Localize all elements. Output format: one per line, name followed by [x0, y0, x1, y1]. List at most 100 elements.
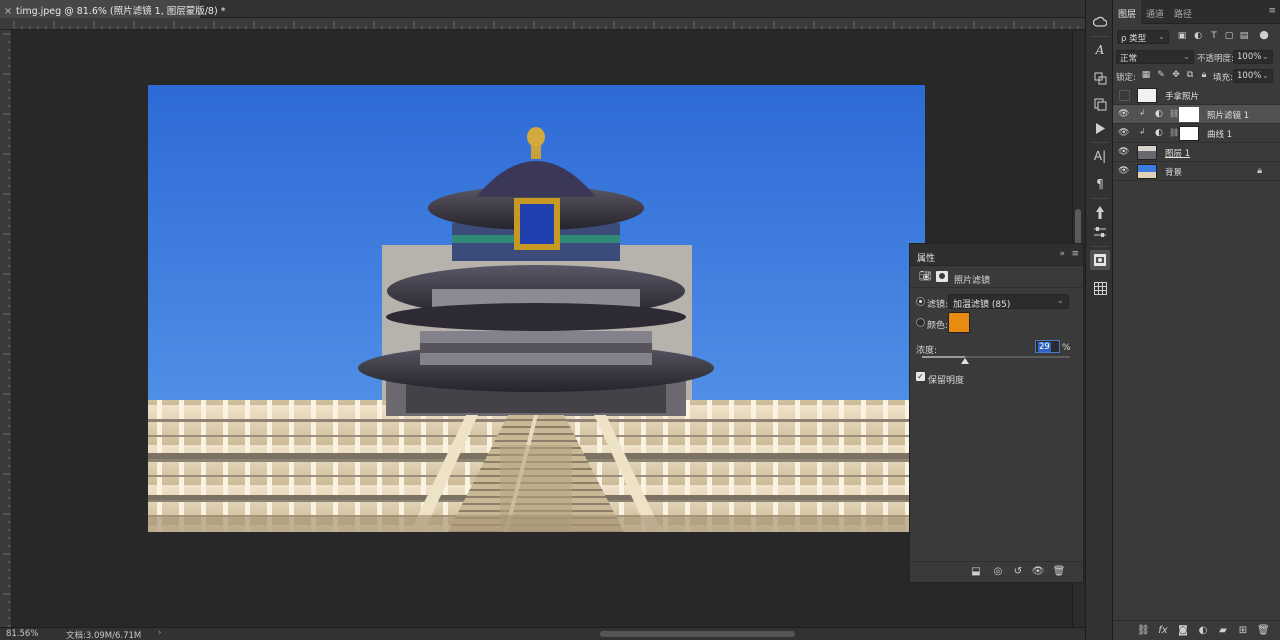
layer-thumbnail [1137, 145, 1157, 160]
fill-field[interactable]: 100% ⌄ [1233, 69, 1273, 83]
tab-channels[interactable]: 通道 [1141, 0, 1169, 24]
status-bar: 81.56% 文档:3.09M/6.71M › [0, 627, 1085, 640]
horizontal-scroll-thumb[interactable] [600, 631, 795, 637]
filter-type-icon[interactable]: T [1209, 31, 1219, 41]
filter-toggle-icon[interactable]: ● [1259, 29, 1269, 40]
layer-row-layer-1[interactable]: 👁︎ 图层 1 [1113, 143, 1280, 162]
density-slider-fill [922, 356, 965, 358]
camera-icon[interactable]: 📷︎ [919, 271, 932, 282]
layers-panel-tabs: 图层 通道 路径 ≡ [1113, 0, 1280, 24]
delete-trash-icon[interactable]: 🗑︎ [1257, 625, 1270, 637]
view-previous-state-icon[interactable]: ◎ [991, 566, 1005, 578]
layer-name[interactable]: 背景 [1165, 166, 1182, 178]
new-adjustment-icon[interactable]: ◐ [1197, 625, 1209, 637]
color-radio[interactable] [916, 318, 925, 327]
eye-icon[interactable]: 👁︎ [1118, 148, 1130, 157]
filter-shape-icon[interactable]: ▢ [1224, 31, 1234, 41]
libraries-icon[interactable] [1090, 68, 1110, 88]
density-slider-track[interactable] [922, 356, 1070, 358]
reset-icon[interactable]: ↺ [1011, 566, 1025, 578]
horizontal-ruler[interactable] [0, 18, 1085, 30]
lock-all-icon[interactable]: 🔒︎ [1199, 70, 1209, 80]
layers-panel-menu-icon[interactable]: ≡ [1268, 6, 1276, 16]
mask-link-icon[interactable]: ⛓︎ [1169, 109, 1179, 118]
density-slider-thumb[interactable] [960, 358, 969, 364]
filter-pixel-icon[interactable]: ▣ [1177, 31, 1187, 41]
filter-select[interactable]: 加温滤镜 (85) ⌄ [948, 294, 1069, 310]
layer-filter-row: ρ 类型 ⌄ ▣ ◐ T ▢ ▤ ● [1113, 29, 1280, 47]
lock-image-brush-icon[interactable]: ✎ [1156, 70, 1166, 80]
eye-icon[interactable]: 👁︎ [1118, 167, 1130, 176]
properties-panel-icon[interactable] [1090, 250, 1110, 270]
fill-value: 100% [1237, 71, 1262, 81]
new-group-folder-icon[interactable]: ▰ [1217, 625, 1229, 637]
layer-row-hand-photo[interactable]: 手拿照片 [1113, 86, 1280, 105]
opacity-label: 不透明度: [1197, 54, 1234, 64]
layers-panel: 图层 通道 路径 ≡ ρ 类型 ⌄ ▣ ◐ T ▢ ▤ ● 正常 ⌄ 不透明度: 1… [1113, 0, 1280, 640]
mask-link-icon[interactable]: ⛓︎ [1169, 128, 1179, 137]
color-swatch[interactable] [948, 312, 970, 333]
layer-kind-filter[interactable]: ρ 类型 ⌄ [1117, 30, 1169, 44]
new-layer-icon[interactable]: ⊞ [1237, 625, 1249, 637]
lock-position-move-icon[interactable]: ✥ [1171, 70, 1181, 80]
lock-transparency-icon[interactable]: ▦ [1141, 70, 1151, 80]
filter-radio[interactable] [916, 297, 925, 306]
properties-panel-title[interactable]: 属性 [917, 251, 935, 264]
document-tab[interactable]: × timg.jpeg @ 81.6% (照片滤镜 1, 图层蒙版/8) * [0, 0, 225, 18]
fx-icon[interactable]: fx [1157, 625, 1169, 637]
layer-mask-thumbnail[interactable] [1179, 107, 1199, 122]
layer-name[interactable]: 曲线 1 [1207, 128, 1232, 140]
link-layers-icon[interactable]: ⛓︎ [1137, 625, 1150, 637]
clip-to-layer-icon[interactable]: ⬓ [969, 566, 983, 578]
properties-panel: 属性 » ≡ 📷︎ 照片滤镜 滤镜: 加温滤镜 (85) ⌄ 颜色: 浓度: 2… [909, 243, 1084, 583]
paragraph-icon[interactable]: ¶ [1090, 174, 1110, 194]
document-tab-bar: × timg.jpeg @ 81.6% (照片滤镜 1, 图层蒙版/8) * [0, 0, 1085, 18]
layer-name[interactable]: 照片滤镜 1 [1207, 109, 1249, 121]
opacity-field[interactable]: 100% ⌄ [1233, 50, 1273, 64]
layer-mask-thumbnail[interactable] [1179, 126, 1199, 141]
temple-finial [527, 127, 545, 147]
filter-smart-object-icon[interactable]: ▤ [1239, 31, 1249, 41]
layer-row-photo-filter[interactable]: 👁︎ ↲ ◐ ⛓︎ 照片滤镜 1 [1113, 105, 1280, 124]
tab-layers[interactable]: 图层 [1113, 0, 1142, 24]
lock-artboard-icon[interactable]: ⧉ [1185, 70, 1195, 80]
blend-mode-select[interactable]: 正常 ⌄ [1116, 50, 1194, 64]
eye-icon[interactable]: 👁︎ [1118, 129, 1130, 138]
history-icon[interactable] [1090, 94, 1110, 114]
add-mask-icon[interactable]: ◙ [1177, 625, 1189, 637]
mask-icon[interactable] [936, 271, 948, 282]
panel-icon-strip: A A| ¶ [1085, 0, 1113, 640]
creative-cloud-icon[interactable] [1090, 12, 1110, 32]
visibility-toggle-empty[interactable] [1119, 90, 1130, 101]
adjust-sliders-icon[interactable] [1090, 222, 1110, 242]
actions-play-icon[interactable] [1090, 118, 1110, 138]
properties-panel-menu-icon[interactable]: ≡ [1071, 249, 1079, 259]
grid-icon[interactable] [1090, 278, 1110, 298]
zoom-level[interactable]: 81.56% [6, 629, 38, 639]
visibility-eye-icon[interactable]: 👁︎ [1031, 566, 1045, 578]
chevron-down-icon: ⌄ [1182, 52, 1190, 62]
delete-trash-icon[interactable]: 🗑︎ [1052, 566, 1066, 578]
layer-thumbnail [1137, 164, 1157, 179]
glyphs-icon[interactable]: A [1090, 40, 1110, 60]
preserve-luminosity-checkbox[interactable]: ✓ [916, 372, 925, 381]
lock-fill-row: 锁定: ▦ ✎ ✥ ⧉ 🔒︎ 填充: 100% ⌄ [1113, 67, 1280, 85]
tab-paths[interactable]: 路径 [1169, 0, 1197, 24]
close-tab-icon[interactable]: × [4, 6, 12, 17]
density-input[interactable]: 29 [1035, 340, 1060, 353]
layer-row-curves[interactable]: 👁︎ ↲ ◐ ⛓︎ 曲线 1 [1113, 124, 1280, 143]
brush-settings-icon[interactable] [1090, 202, 1110, 222]
properties-panel-header: 属性 » ≡ [910, 244, 1083, 266]
character-icon[interactable]: A| [1090, 146, 1110, 166]
status-menu-arrow[interactable]: › [158, 628, 161, 638]
filter-adjustment-icon[interactable]: ◐ [1193, 31, 1203, 41]
eye-icon[interactable]: 👁︎ [1118, 110, 1130, 119]
layer-name[interactable]: 手拿照片 [1165, 90, 1199, 102]
vertical-ruler[interactable] [0, 30, 12, 627]
document-image[interactable] [148, 85, 925, 532]
chevron-down-icon: ⌄ [1261, 52, 1269, 62]
layer-name[interactable]: 图层 1 [1165, 147, 1190, 159]
layer-row-background[interactable]: 👁︎ 背景 🔒︎ [1113, 162, 1280, 181]
lock-icon[interactable]: 🔒︎ [1257, 166, 1262, 176]
collapse-panel-icon[interactable]: » [1059, 249, 1065, 259]
